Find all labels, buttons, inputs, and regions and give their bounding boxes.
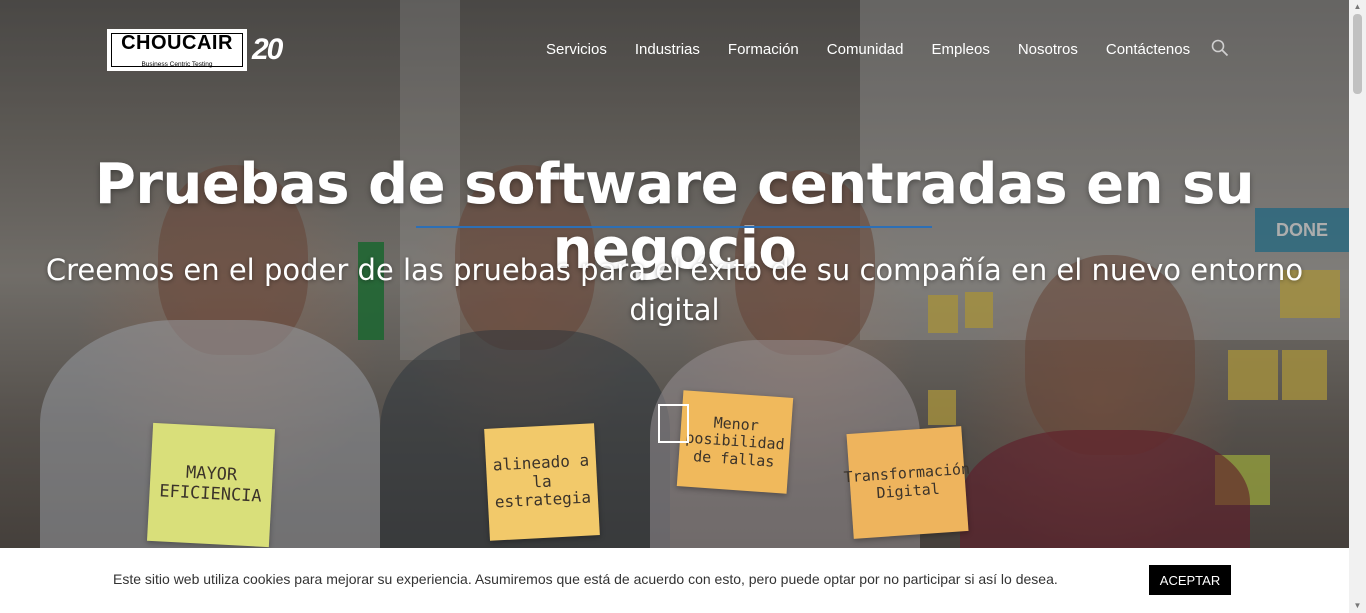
note-alineado: alineado a la estrategia — [484, 423, 600, 541]
scroll-down-indicator[interactable] — [658, 404, 689, 443]
nav-item-empleos[interactable]: Empleos — [931, 41, 989, 58]
note-mayor-eficiencia: MAYOR EFICIENCIA — [146, 422, 276, 548]
nav-item-servicios[interactable]: Servicios — [546, 41, 607, 58]
hero-subheadline: Creemos en el poder de las pruebas para … — [45, 253, 1304, 327]
nav-item-nosotros[interactable]: Nosotros — [1018, 41, 1078, 58]
anniversary-badge: 20 — [252, 33, 283, 66]
scroll-up-arrow-icon[interactable]: ▲ — [1349, 0, 1366, 14]
search-icon[interactable] — [1211, 39, 1229, 57]
nav-item-comunidad[interactable]: Comunidad — [827, 41, 904, 58]
logo-wordmark: CHOUCAIR — [121, 32, 233, 54]
main-nav: Servicios Industrias Formación Comunidad… — [546, 41, 1218, 58]
nav-item-formacion[interactable]: Formación — [728, 41, 799, 58]
page-scrollbar[interactable]: ▲ ▼ — [1349, 0, 1366, 613]
cookie-accept-button[interactable]: ACEPTAR — [1149, 565, 1231, 595]
hero-banner: DONE MAYOR EFICIENCIA alineado a la estr… — [0, 0, 1349, 613]
brand-logo[interactable]: CHOUCAIR Business Centric Testing 20 — [107, 29, 283, 71]
nav-item-contactenos[interactable]: Contáctenos — [1106, 41, 1190, 58]
scroll-down-arrow-icon[interactable]: ▼ — [1349, 599, 1366, 613]
note-transformacion: Transformación Digital — [843, 426, 971, 539]
nav-item-industrias[interactable]: Industrias — [635, 41, 700, 58]
scrollbar-thumb[interactable] — [1353, 14, 1362, 94]
cookie-banner: Este sitio web utiliza cookies para mejo… — [0, 548, 1349, 613]
note-menor-posibilidad: Menor posibilidad de fallas — [676, 390, 794, 494]
headline-divider — [416, 226, 932, 228]
cookie-message: Este sitio web utiliza cookies para mejo… — [113, 571, 1058, 587]
logo-tagline: Business Centric Testing — [141, 61, 213, 68]
logo-box: CHOUCAIR Business Centric Testing — [107, 29, 247, 71]
